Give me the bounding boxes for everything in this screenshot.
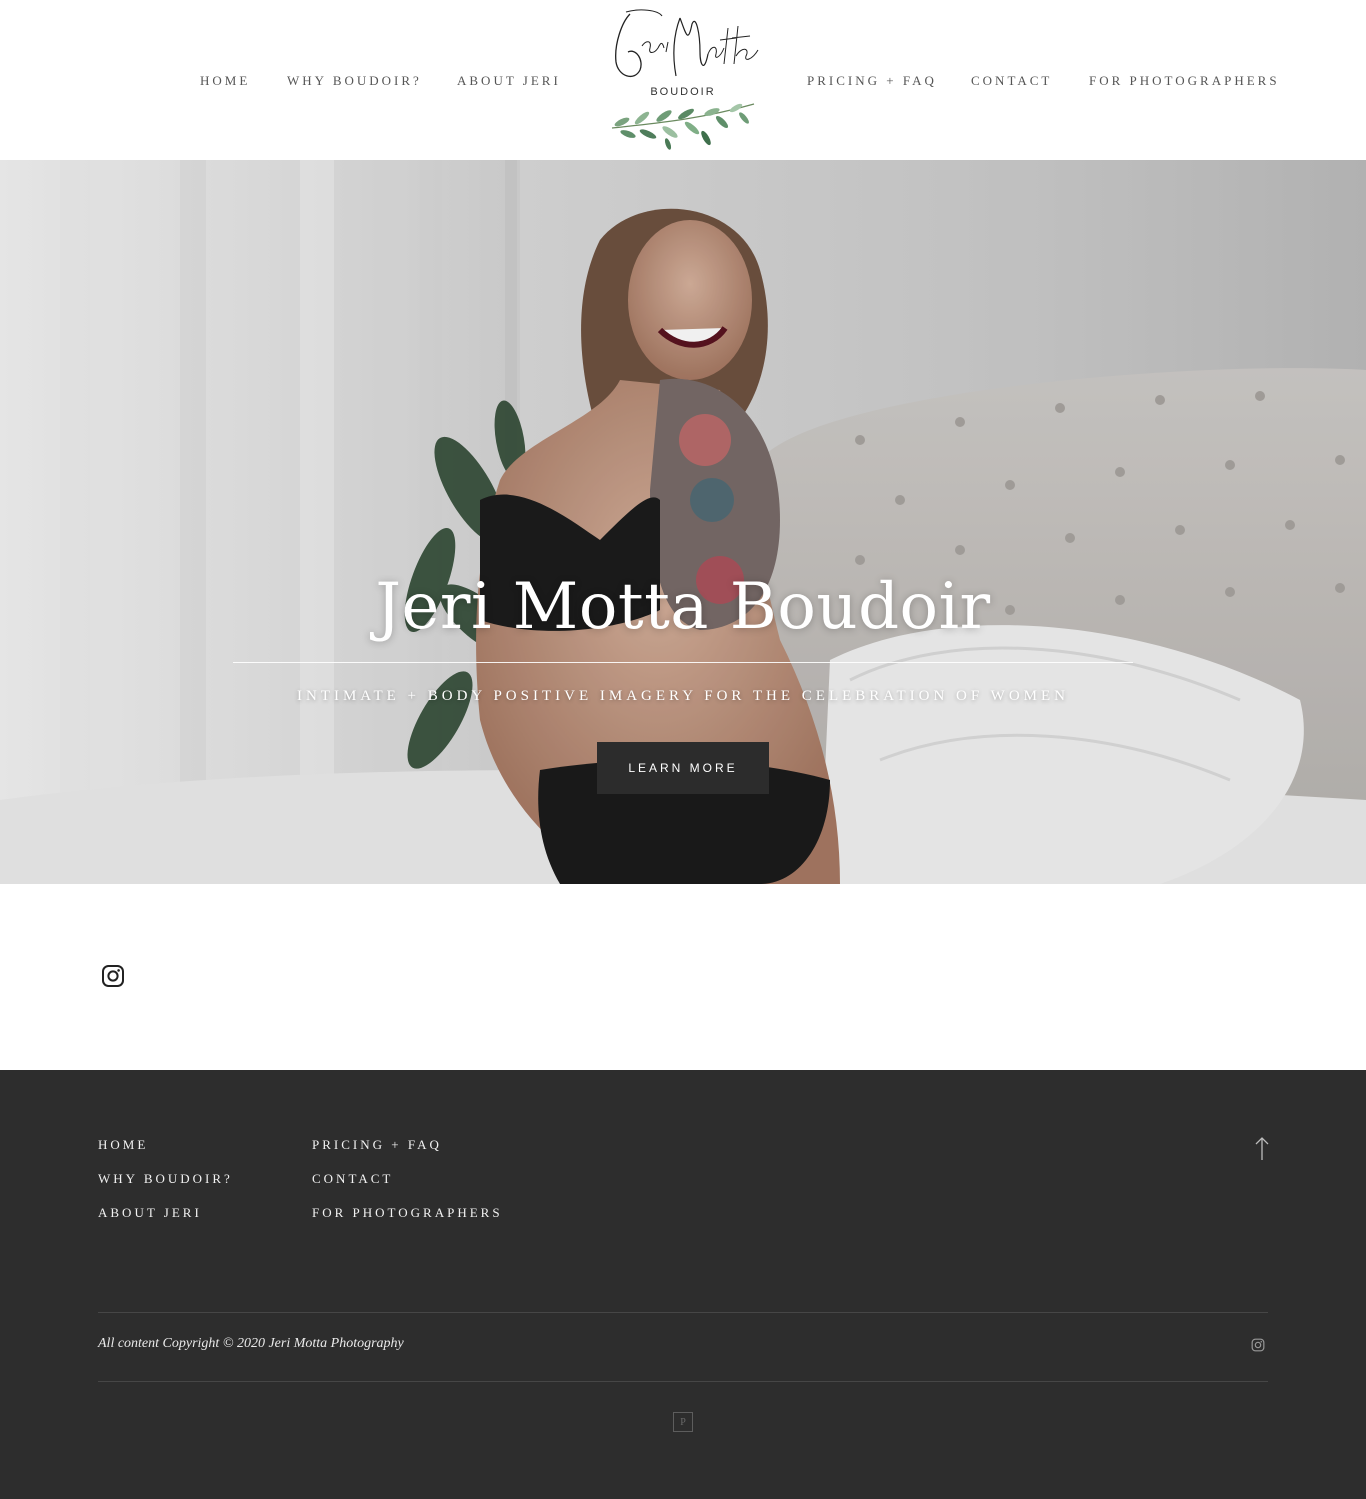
instagram-icon[interactable]	[101, 964, 125, 988]
instagram-icon[interactable]	[1251, 1338, 1265, 1352]
site-logo[interactable]: BOUDOIR	[600, 4, 766, 154]
footer-nav-contact[interactable]: CONTACT	[312, 1171, 393, 1187]
logo-subtitle: BOUDOIR	[650, 86, 716, 98]
nav-home[interactable]: HOME	[200, 73, 250, 89]
footer-nav-for-photographers[interactable]: FOR PHOTOGRAPHERS	[312, 1205, 503, 1221]
nav-why-boudoir[interactable]: WHY BOUDOIR?	[287, 73, 422, 89]
hero-section: Jeri Motta Boudoir INTIMATE + BODY POSIT…	[0, 160, 1366, 884]
nav-for-photographers[interactable]: FOR PHOTOGRAPHERS	[1089, 73, 1280, 89]
logo-script-wordmark	[615, 9, 759, 78]
arrow-up-icon[interactable]	[1252, 1136, 1272, 1162]
platform-badge[interactable]: P	[673, 1412, 693, 1432]
footer-nav-pricing-faq[interactable]: PRICING + FAQ	[312, 1137, 442, 1153]
footer-divider-top	[98, 1312, 1268, 1313]
site-footer: HOME WHY BOUDOIR? ABOUT JERI PRICING + F…	[0, 1070, 1366, 1499]
site-header: HOME WHY BOUDOIR? ABOUT JERI BOUDOIR PRI…	[0, 0, 1366, 160]
footer-divider-bottom	[98, 1381, 1268, 1382]
hero-divider	[233, 662, 1133, 663]
nav-pricing-faq[interactable]: PRICING + FAQ	[807, 73, 937, 89]
nav-about-jeri[interactable]: ABOUT JERI	[457, 73, 561, 89]
hero-subtitle: INTIMATE + BODY POSITIVE IMAGERY FOR THE…	[296, 688, 1070, 704]
learn-more-button[interactable]: LEARN MORE	[597, 742, 769, 794]
olive-branch-icon	[611, 103, 755, 150]
footer-nav-about-jeri[interactable]: ABOUT JERI	[98, 1205, 202, 1221]
nav-contact[interactable]: CONTACT	[971, 73, 1052, 89]
footer-nav-why-boudoir[interactable]: WHY BOUDOIR?	[98, 1171, 233, 1187]
hero-title: Jeri Motta Boudoir	[375, 570, 991, 644]
footer-nav-home[interactable]: HOME	[98, 1137, 148, 1153]
instagram-section	[0, 884, 1366, 1070]
copyright-text: All content Copyright © 2020 Jeri Motta …	[98, 1336, 404, 1351]
